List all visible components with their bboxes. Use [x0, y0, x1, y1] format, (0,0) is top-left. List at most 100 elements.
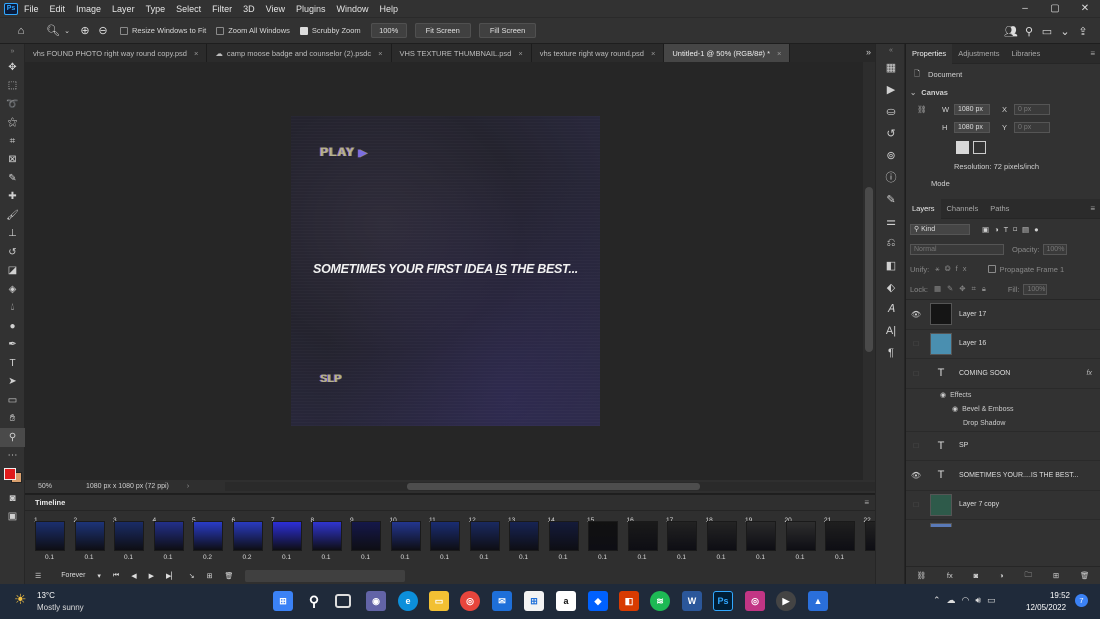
eraser-icon[interactable]: ◪ — [0, 262, 25, 281]
workspace-chevron-icon[interactable]: ⌄ — [1056, 22, 1074, 40]
zoom-all-checkbox[interactable] — [216, 26, 225, 35]
timeline-frame[interactable]: 130.1 — [507, 517, 547, 561]
history-icon[interactable]: ↺ — [876, 122, 906, 144]
delete-layer-icon[interactable]: 🗑︎ — [1080, 571, 1090, 580]
frame-delay[interactable]: 0.1 — [322, 554, 331, 561]
tab-vhs-texture-thumbnail[interactable]: VHS TEXTURE THUMBNAIL.psd × — [391, 44, 532, 62]
mask-icon[interactable]: ◙ — [974, 571, 979, 580]
weather-text[interactable]: Mostly sunny — [37, 603, 84, 612]
clock-time[interactable]: 19:52 — [1032, 591, 1070, 600]
document-canvas[interactable]: PLAY ▶ SOMETIMES YOUR FIRST IDEA IS THE … — [291, 116, 600, 426]
tab-camp-moose[interactable]: ☁ camp moose badge and counselor (2).psdc… — [207, 44, 392, 62]
timeline-frame[interactable]: 210.1 — [823, 517, 863, 561]
teams-icon[interactable]: ◉ — [366, 591, 386, 611]
frame-thumbnail[interactable] — [193, 521, 223, 551]
status-arrow-icon[interactable]: › — [187, 483, 189, 490]
chrome-icon[interactable]: ◎ — [460, 591, 480, 611]
resize-windows-option[interactable]: Resize Windows to Fit — [120, 26, 206, 35]
task-view-icon[interactable] — [335, 594, 351, 608]
rectangle-tool-icon[interactable]: ▭ — [0, 391, 25, 410]
actions-play-icon[interactable]: ▶ — [876, 78, 906, 100]
frame-delay[interactable]: 0.1 — [638, 554, 647, 561]
menu-layer[interactable]: Layer — [112, 4, 135, 14]
zoom-out-icon[interactable]: ⊖ — [94, 22, 112, 40]
play-icon[interactable]: ▶ — [149, 572, 154, 580]
close-tab-icon[interactable]: × — [194, 49, 198, 58]
propagate-checkbox[interactable] — [987, 265, 996, 273]
frame-thumbnail[interactable] — [548, 521, 579, 551]
share-icon[interactable]: 👥︎ — [1002, 22, 1020, 40]
type-tool-icon[interactable]: T — [0, 354, 25, 373]
frame-thumbnail[interactable] — [272, 521, 302, 551]
frame-delay[interactable]: 0.1 — [282, 554, 291, 561]
weather-icon[interactable]: ☀ — [14, 591, 34, 611]
mail-icon[interactable]: ✉ — [492, 591, 512, 611]
glyphs-icon[interactable]: A| — [876, 320, 906, 342]
scrubby-zoom-option[interactable]: Scrubby Zoom — [299, 26, 361, 35]
canvas-vertical-scrollbar[interactable] — [863, 62, 875, 480]
path-select-icon[interactable]: ➤ — [0, 373, 25, 392]
minimize-button[interactable]: – — [1010, 0, 1040, 17]
frame-thumbnail[interactable] — [509, 521, 539, 551]
timeline-frame[interactable]: 20.1 — [73, 517, 113, 561]
menu-3d[interactable]: 3D — [243, 4, 255, 14]
clock-date[interactable]: 12/05/2022 — [1026, 603, 1066, 612]
layer-row[interactable]: □ T COMING SOON fx — [906, 359, 1100, 389]
fx-icon[interactable]: fx — [947, 571, 953, 580]
frame-thumbnail[interactable] — [706, 521, 737, 551]
visibility-toggle[interactable]: □ — [906, 441, 926, 450]
frame-thumbnail[interactable] — [114, 521, 144, 551]
tween-icon[interactable]: ↘ — [189, 572, 195, 580]
blur-tool-icon[interactable]: 💧︎ — [0, 299, 25, 318]
collapse-icon[interactable]: « — [876, 44, 906, 56]
file-explorer-icon[interactable]: ▭ — [429, 591, 449, 611]
search-icon[interactable]: ⚲ — [1020, 22, 1038, 40]
shapes-icon[interactable]: ⬖ — [876, 276, 906, 298]
timeline-frame[interactable]: 90.1 — [349, 517, 389, 561]
opacity-field[interactable]: 100% — [1042, 243, 1067, 255]
zoom-tool-icon[interactable]: ⚲ — [0, 428, 25, 447]
unify-icons[interactable]: ⚹◎fx — [935, 264, 971, 274]
tab-layers[interactable]: Layers — [906, 198, 941, 219]
timeline-frame[interactable]: 200.1 — [784, 517, 824, 561]
media-player-icon[interactable]: ▶ — [776, 591, 796, 611]
collapse-icon[interactable]: » — [0, 44, 25, 58]
frame-delay[interactable]: 0.1 — [717, 554, 726, 561]
menu-help[interactable]: Help — [380, 4, 399, 14]
fit-screen-button[interactable]: Fit Screen — [414, 23, 471, 38]
frame-thumbnail[interactable] — [825, 521, 855, 551]
close-button[interactable]: ✕ — [1070, 0, 1100, 17]
timeline-scrollbar[interactable] — [245, 569, 406, 582]
tab-paths[interactable]: Paths — [984, 199, 1015, 219]
temperature[interactable]: 13°C — [37, 591, 55, 600]
landscape-icon[interactable] — [973, 140, 986, 154]
edge-icon[interactable]: e — [398, 591, 418, 611]
tabs-overflow-icon[interactable]: » — [866, 47, 871, 57]
layer-row[interactable]: □Layer 16 copy 3 — [906, 520, 1100, 527]
frame-thumbnail[interactable] — [746, 521, 776, 551]
photoshop-taskbar-icon[interactable]: Ps — [713, 591, 733, 611]
tab-vhs-texture[interactable]: vhs texture right way round.psd × — [531, 44, 665, 62]
frame-thumbnail[interactable] — [153, 521, 184, 551]
clone-source-icon[interactable]: ⎌ — [876, 232, 906, 254]
timeline-frame[interactable]: 30.1 — [112, 517, 152, 561]
close-tab-icon[interactable]: × — [518, 49, 522, 58]
timeline-frame[interactable]: 100.1 — [389, 517, 429, 561]
timeline-frame[interactable]: 160.1 — [626, 517, 666, 561]
menu-image[interactable]: Image — [76, 4, 101, 14]
frame-delay[interactable]: 0.1 — [598, 554, 607, 561]
duplicate-frame-icon[interactable]: ⊞ — [207, 572, 213, 580]
tab-libraries[interactable]: Libraries — [1005, 44, 1046, 64]
screen-mode-icon[interactable]: ▣ — [0, 508, 25, 527]
eye-icon[interactable]: 👁︎ — [906, 310, 926, 319]
plugins-icon[interactable]: ⛀ — [876, 100, 906, 122]
loop-select[interactable]: Forever — [61, 572, 85, 579]
frame-delay[interactable]: 0.1 — [519, 554, 528, 561]
eye-icon[interactable]: 👁︎ — [906, 471, 926, 480]
frame-thumbnail[interactable] — [35, 521, 65, 551]
width-field[interactable]: 1080 px — [954, 103, 990, 115]
timeline-frame[interactable]: 120.1 — [468, 517, 508, 561]
word-icon[interactable]: W — [682, 591, 702, 611]
store-icon[interactable]: ⊞ — [524, 591, 544, 611]
notification-badge[interactable]: 7 — [1075, 594, 1088, 607]
